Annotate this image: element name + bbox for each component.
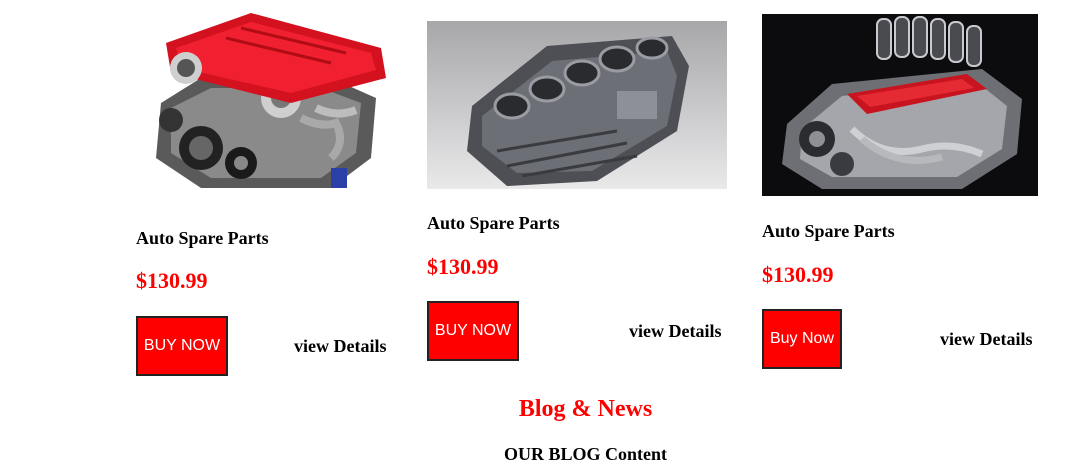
red-v8-engine-icon (131, 8, 393, 193)
blog-news-heading: Blog & News (518, 396, 653, 422)
product-title: Auto Spare Parts (762, 221, 895, 241)
product-title: Auto Spare Parts (427, 213, 560, 233)
buy-now-button[interactable]: Buy Now (762, 309, 842, 369)
blog-content-heading: OUR BLOG Content (503, 444, 667, 464)
product-title: Auto Spare Parts (136, 228, 269, 248)
engine-block-image[interactable] (427, 21, 727, 189)
racing-engine-icon (762, 14, 1038, 196)
red-v8-engine-image[interactable] (131, 8, 393, 193)
buy-now-button[interactable]: BUY NOW (427, 301, 519, 361)
racing-engine-image[interactable] (762, 14, 1038, 196)
product-page: Auto Spare Parts $130.99 BUY NOW view De… (0, 0, 1071, 473)
product-price: $130.99 (427, 254, 499, 279)
engine-block-icon (427, 21, 727, 189)
product-price: $130.99 (762, 262, 834, 287)
product-price: $130.99 (136, 268, 208, 293)
view-details-link[interactable]: view Details (629, 321, 721, 342)
view-details-link[interactable]: view Details (940, 329, 1032, 350)
view-details-link[interactable]: view Details (294, 336, 386, 357)
buy-now-button[interactable]: BUY NOW (136, 316, 228, 376)
